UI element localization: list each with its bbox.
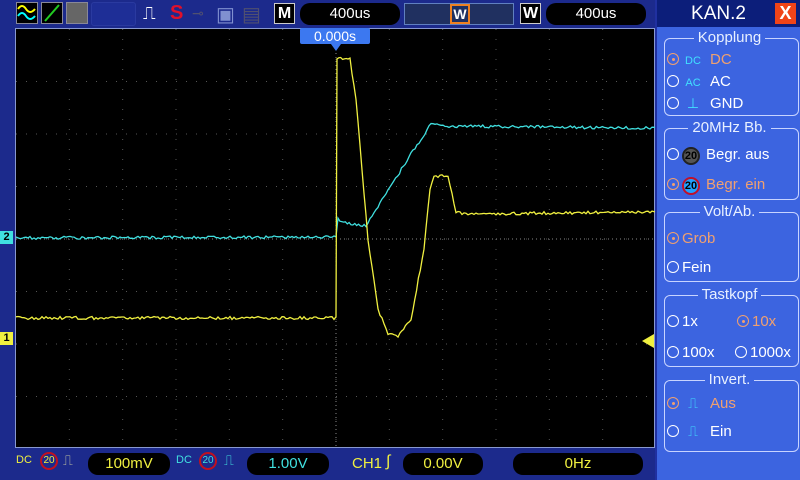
option-label: AC [710, 73, 731, 90]
option-label: Grob [682, 230, 715, 247]
bw-20-icon: 20 [682, 147, 700, 165]
cursor-line-icon[interactable] [41, 2, 63, 24]
radio-icon [667, 148, 679, 160]
option-label: 1000x [750, 344, 791, 361]
volt-label: Volt/Ab. [700, 203, 760, 220]
radio-icon [667, 346, 679, 358]
stop-indicator: S [170, 2, 183, 25]
radio-selected-icon [667, 53, 679, 65]
radio-icon [667, 315, 679, 327]
ch2-bw-limit-icon: 20 [199, 452, 217, 470]
option-label: 10x [752, 313, 776, 330]
probe-100x-option[interactable]: 100x [667, 344, 715, 361]
invert-off-option[interactable]: ⎍ Aus [667, 395, 736, 412]
invert-group [664, 380, 799, 452]
save-icon[interactable]: ▣ [216, 2, 235, 27]
printer-icon[interactable]: ▤ [242, 2, 261, 27]
radio-icon [735, 346, 747, 358]
window-overview[interactable]: W [404, 3, 514, 25]
ac-icon: AC [682, 77, 704, 89]
scope-svg [16, 29, 656, 449]
radio-icon [667, 97, 679, 109]
invert-wave-icon: ⎍ [682, 423, 704, 440]
trigger-position-label[interactable]: 0.000s [300, 28, 370, 44]
option-label: Ein [710, 423, 732, 440]
window-label: W [520, 3, 541, 24]
volt-coarse-option[interactable]: Grob [667, 230, 715, 247]
ground-icon: ⊥ [682, 95, 704, 112]
coupling-gnd-option[interactable]: ⊥ GND [667, 95, 743, 112]
dc-icon: DC [682, 55, 704, 67]
option-label: Begr. ein [706, 176, 765, 193]
option-label: 100x [682, 344, 715, 361]
probe-10x-option[interactable]: 10x [737, 313, 776, 330]
radio-selected-icon [667, 178, 679, 190]
trigger-level[interactable]: 0.00V [403, 453, 483, 475]
coupling-dc-option[interactable]: DC DC [667, 51, 732, 68]
status-box [91, 2, 136, 26]
probe-1x-option[interactable]: 1x [667, 313, 698, 330]
ch2-invert-icon: ⎍ [224, 452, 234, 469]
key-lock-icon: ⊸ [192, 5, 204, 22]
trigger-position-marker[interactable] [331, 44, 341, 51]
bw-off-option[interactable]: 20 Begr. aus [667, 146, 769, 165]
display-persist-icon[interactable] [66, 2, 88, 24]
invert-label: Invert. [705, 371, 755, 388]
kopplung-label: Kopplung [694, 29, 765, 46]
invert-on-option[interactable]: ⎍ Ein [667, 423, 732, 440]
ch2-coupling-icon: DC [176, 455, 192, 465]
trigger-level-marker[interactable] [642, 334, 654, 348]
bw-on-option[interactable]: 20 Begr. ein [667, 176, 765, 195]
window-value[interactable]: 400us [546, 3, 646, 25]
radio-selected-icon [737, 315, 749, 327]
radio-icon [667, 261, 679, 273]
ch1-marker[interactable]: 1 [0, 332, 13, 345]
ch2-scale[interactable]: 1.00V [247, 453, 329, 475]
option-label: 1x [682, 313, 698, 330]
radio-selected-icon [667, 397, 679, 409]
volt-fine-option[interactable]: Fein [667, 259, 711, 276]
ch1-scale[interactable]: 100mV [88, 453, 170, 475]
timebase-value[interactable]: 400us [300, 3, 400, 25]
frequency-readout: 0Hz [513, 453, 643, 475]
coupling-ac-option[interactable]: AC AC [667, 73, 731, 90]
option-label: Aus [710, 395, 736, 412]
ch1-coupling-icon: DC [16, 455, 32, 465]
option-label: GND [710, 95, 743, 112]
probe-label: Tastkopf [698, 286, 762, 303]
bandwidth-label: 20MHz Bb. [688, 119, 770, 136]
channel-menu: KAN.2 X Kopplung DC DC AC AC ⊥ GND 20MHz Bb… [655, 0, 800, 480]
radio-icon [667, 425, 679, 437]
pulse-trigger-icon[interactable]: ⎍ [143, 3, 156, 24]
option-label: Fein [682, 259, 711, 276]
rising-edge-icon: ∫ [386, 453, 390, 471]
main-timebase-label: M [274, 3, 295, 24]
waveform-display [15, 28, 655, 448]
invert-wave-icon: ⎍ [682, 395, 704, 412]
option-label: Begr. aus [706, 146, 769, 163]
ch1-bw-limit-icon: 20 [40, 452, 58, 470]
waveform-icon[interactable] [16, 2, 38, 24]
probe-1000x-option[interactable]: 1000x [735, 344, 791, 361]
ch2-marker[interactable]: 2 [0, 231, 13, 244]
radio-icon [667, 75, 679, 87]
close-button[interactable]: X [775, 3, 796, 24]
option-label: DC [710, 51, 732, 68]
trigger-source[interactable]: CH1 [352, 455, 382, 472]
radio-selected-icon [667, 232, 679, 244]
bw-20-icon: 20 [682, 177, 700, 195]
ch1-invert-icon: ⎍ [63, 452, 73, 469]
